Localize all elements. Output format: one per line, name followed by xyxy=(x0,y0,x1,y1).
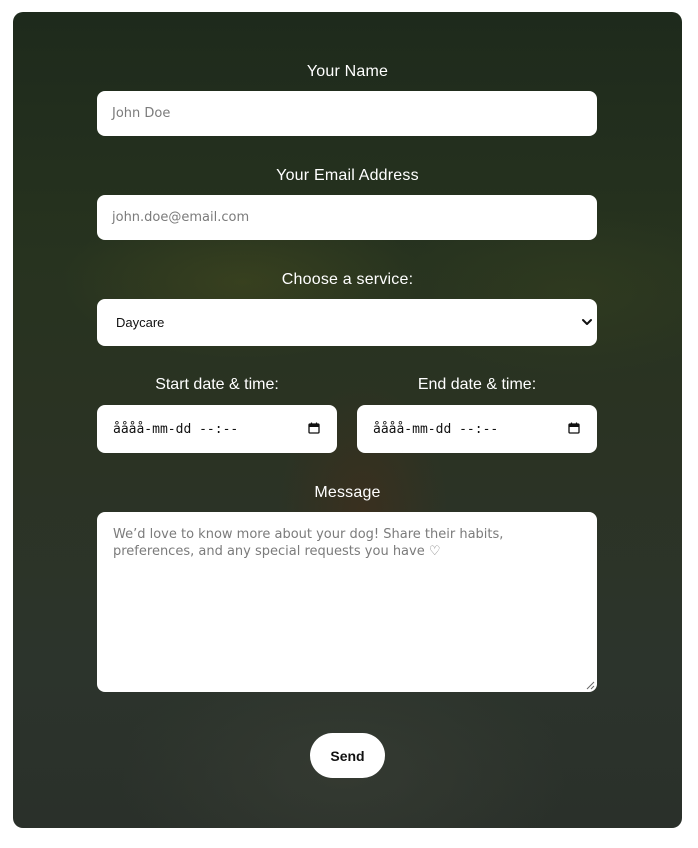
send-button[interactable]: Send xyxy=(310,733,385,778)
start-datetime-value: åååå-mm-dd --:-- xyxy=(113,421,239,437)
end-datetime-input[interactable]: åååå-mm-dd --:-- xyxy=(357,405,597,453)
service-selected-value: Daycare xyxy=(116,315,165,330)
message-placeholder: We’d love to know more about your dog! S… xyxy=(113,527,504,559)
email-input[interactable]: john.doe@email.com xyxy=(97,195,597,240)
start-datetime-input[interactable]: åååå-mm-dd --:-- xyxy=(97,405,337,453)
service-select[interactable]: Daycare xyxy=(97,299,597,346)
email-placeholder: john.doe@email.com xyxy=(112,210,250,225)
calendar-icon[interactable] xyxy=(568,422,580,434)
message-label: Message xyxy=(314,484,381,501)
email-label: Your Email Address xyxy=(276,167,419,184)
end-date-label: End date & time: xyxy=(417,376,537,393)
message-textarea[interactable]: We’d love to know more about your dog! S… xyxy=(97,512,597,692)
calendar-icon[interactable] xyxy=(308,422,320,434)
service-label: Choose a service: xyxy=(281,271,414,288)
name-label: Your Name xyxy=(306,63,389,80)
name-input[interactable]: John Doe xyxy=(97,91,597,136)
resize-handle-icon[interactable] xyxy=(586,681,595,690)
start-date-label: Start date & time: xyxy=(155,376,279,393)
chevron-down-icon xyxy=(582,319,592,325)
contact-form-card: Your Name John Doe Your Email Address jo… xyxy=(13,12,682,828)
name-placeholder: John Doe xyxy=(112,106,171,121)
end-datetime-value: åååå-mm-dd --:-- xyxy=(373,421,499,437)
